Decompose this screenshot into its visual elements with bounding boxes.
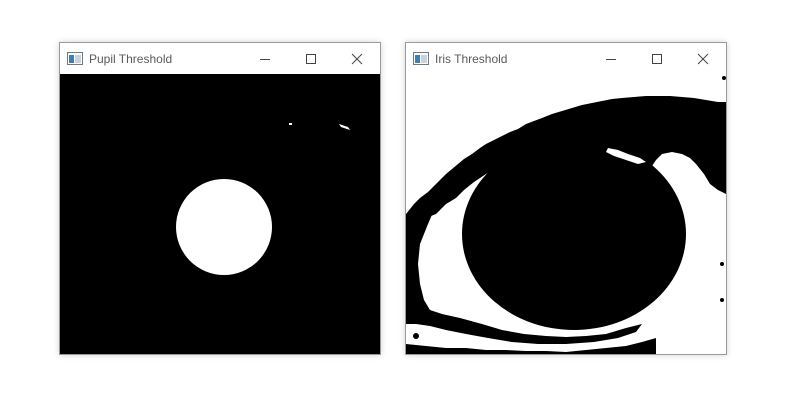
noise-speck bbox=[289, 123, 292, 125]
pupil-threshold-image bbox=[60, 74, 380, 354]
pupil-blob bbox=[176, 179, 272, 275]
close-icon bbox=[351, 53, 363, 64]
minimize-icon bbox=[606, 58, 616, 60]
maximize-button[interactable] bbox=[634, 43, 680, 74]
minimize-button[interactable] bbox=[588, 43, 634, 74]
close-button[interactable] bbox=[334, 43, 380, 74]
maximize-button[interactable] bbox=[288, 43, 334, 74]
window-controls bbox=[242, 43, 380, 74]
app-icon[interactable] bbox=[413, 52, 429, 65]
iris-blob bbox=[462, 138, 686, 330]
close-button[interactable] bbox=[680, 43, 726, 74]
iris-threshold-window[interactable]: Iris Threshold bbox=[405, 42, 727, 355]
pupil-threshold-window[interactable]: Pupil Threshold bbox=[59, 42, 381, 355]
minimize-button[interactable] bbox=[242, 43, 288, 74]
close-icon bbox=[697, 53, 709, 64]
app-icon[interactable] bbox=[67, 52, 83, 65]
minimize-icon bbox=[260, 58, 270, 60]
window-title: Pupil Threshold bbox=[89, 51, 173, 66]
maximize-icon bbox=[652, 53, 662, 64]
title-bar[interactable]: Pupil Threshold bbox=[60, 43, 380, 74]
iris-threshold-image bbox=[406, 74, 726, 354]
maximize-icon bbox=[306, 53, 316, 64]
window-title: Iris Threshold bbox=[435, 51, 508, 66]
desktop: Pupil Threshold Iris Threshold bbox=[0, 0, 799, 413]
window-controls bbox=[588, 43, 726, 74]
title-bar[interactable]: Iris Threshold bbox=[406, 43, 726, 74]
